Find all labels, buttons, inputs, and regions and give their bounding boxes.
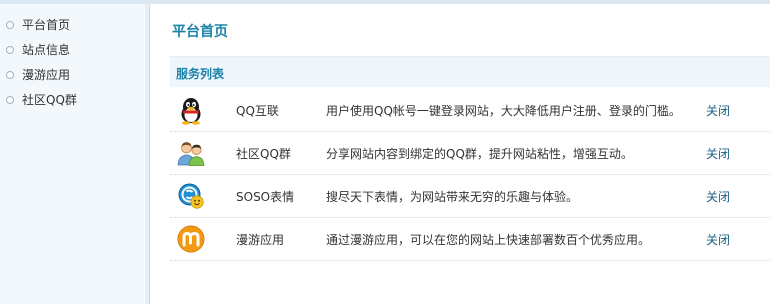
service-description: 通过漫游应用，可以在您的网站上快速部署数百个优秀应用。: [326, 233, 651, 247]
close-service-link[interactable]: 关闭: [706, 188, 730, 205]
bullet-icon: [6, 70, 14, 79]
community-group-icon: [177, 142, 205, 166]
service-row: 社区QQ群 分享网站内容到绑定的QQ群，提升网站粘性，增强互动。 关闭: [170, 131, 770, 175]
sidebar-item-platform-home[interactable]: 平台首页: [0, 12, 149, 37]
main-content: 平台首页 服务列表 QQ互联 用户使用QQ帐号一键登录网站，大大降低用户注册、登…: [170, 4, 770, 304]
close-service-link[interactable]: 关闭: [706, 145, 730, 162]
service-name: 漫游应用: [236, 233, 285, 247]
service-description: 搜尽天下表情，为网站带来无穷的乐趣与体验。: [326, 190, 579, 204]
sidebar-nav: 平台首页 站点信息 漫游应用 社区QQ群: [0, 4, 149, 112]
close-service-link[interactable]: 关闭: [706, 102, 730, 119]
service-row: SOSO表情 搜尽天下表情，为网站带来无穷的乐趣与体验。 关闭: [170, 174, 770, 218]
soso-emoticon-icon: [178, 183, 204, 209]
section-title: 服务列表: [176, 67, 225, 81]
sidebar-item-qq-group[interactable]: 社区QQ群: [0, 87, 149, 112]
close-service-link[interactable]: 关闭: [706, 231, 730, 248]
sidebar: 平台首页 站点信息 漫游应用 社区QQ群: [0, 4, 150, 304]
service-description: 用户使用QQ帐号一键登录网站，大大降低用户注册、登录的门槛。: [326, 104, 681, 118]
service-row: 漫游应用 通过漫游应用，可以在您的网站上快速部署数百个优秀应用。 关闭: [170, 217, 770, 261]
service-list-header: 服务列表: [170, 56, 770, 87]
service-row: QQ互联 用户使用QQ帐号一键登录网站，大大降低用户注册、登录的门槛。 关闭: [170, 88, 770, 132]
sidebar-item-manyou-apps[interactable]: 漫游应用: [0, 62, 149, 87]
sidebar-item-site-info[interactable]: 站点信息: [0, 37, 149, 62]
manyou-m-icon: [177, 225, 205, 253]
service-name: QQ互联: [236, 104, 279, 118]
bullet-icon: [6, 20, 14, 29]
bullet-icon: [6, 95, 14, 104]
sidebar-item-label: 漫游应用: [22, 68, 71, 82]
sidebar-item-label: 社区QQ群: [22, 93, 77, 107]
qq-penguin-icon: [181, 98, 201, 125]
sidebar-item-label: 站点信息: [22, 43, 71, 57]
sidebar-shadow: [145, 4, 149, 304]
service-description: 分享网站内容到绑定的QQ群，提升网站粘性，增强互动。: [326, 147, 633, 161]
service-name: 社区QQ群: [236, 147, 291, 161]
sidebar-item-label: 平台首页: [22, 18, 71, 32]
page-title: 平台首页: [172, 24, 228, 40]
bullet-icon: [6, 45, 14, 54]
service-name: SOSO表情: [236, 190, 295, 204]
